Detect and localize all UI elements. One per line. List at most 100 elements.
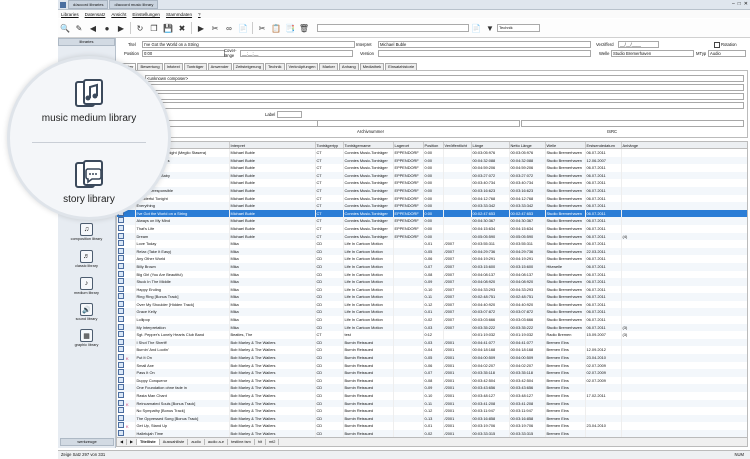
- position-input[interactable]: 0:00: [142, 50, 225, 57]
- play-icon[interactable]: ▶: [196, 23, 207, 34]
- urheber-field-4[interactable]: [145, 102, 744, 109]
- sidebar-bottom-button[interactable]: werkzeuge: [60, 438, 114, 446]
- urheber-field-3[interactable]: [145, 93, 744, 100]
- table-row[interactable]: K Get Up, Stand Up Bob Marley & The Wailer…: [117, 422, 747, 430]
- save-icon[interactable]: 💾: [163, 23, 174, 34]
- menu-datensatz[interactable]: Datensatz: [85, 12, 106, 17]
- titel-input[interactable]: I've Got the World on a String: [142, 41, 355, 48]
- table-row[interactable]: Me and Mrs. JonesMichael BubleCTConnies …: [117, 156, 747, 165]
- nav-first-icon[interactable]: ◀: [117, 439, 127, 445]
- table-row[interactable]: Call Me Irresponsible Michael Buble CT Conn…: [117, 186, 747, 195]
- table-row[interactable]: Everything Michael Buble CT Connies Music-T…: [117, 202, 747, 210]
- table-row[interactable]: Wonderful Tonight Michael Buble CT Connies …: [117, 194, 747, 203]
- table-row[interactable]: I've Got the World on a String Michael Bu…: [117, 209, 747, 218]
- menu-stammdaten[interactable]: Stammdaten: [166, 12, 192, 17]
- clipboard-icon[interactable]: 📋: [271, 23, 282, 34]
- version-input[interactable]: [378, 50, 591, 57]
- back-icon[interactable]: ◀: [88, 23, 99, 34]
- nav-last-icon[interactable]: ▶: [127, 439, 137, 445]
- sidebar-item-graphic[interactable]: ▦ graphic library: [58, 329, 115, 347]
- table-row[interactable]: Relax (Take It Easy) Mika CD Life In Cartoo…: [117, 247, 747, 256]
- tab-audio-a-e[interactable]: audio a-e: [205, 439, 229, 445]
- filter-combo[interactable]: [317, 24, 469, 32]
- maximize-icon[interactable]: □: [738, 1, 741, 7]
- label-name-input[interactable]: [145, 120, 318, 127]
- table-row[interactable]: K Put It On Bob Marley & The Wailers CD Burn…: [117, 354, 747, 362]
- table-row[interactable]: The Oppressed Song [Bonus Track] Bob Marl…: [117, 414, 747, 423]
- table-row[interactable]: No Sympathy [Bonus Track] Bob Marley & Th…: [117, 407, 747, 415]
- table-row[interactable]: Burnin' And Lootin' Bob Marley & The Wail…: [117, 346, 747, 355]
- verzifferd-input[interactable]: __/__/____: [618, 41, 659, 48]
- table-row[interactable]: Comin' Home BabyMichael BubleCTConnies M…: [117, 171, 747, 180]
- table-row[interactable]: K Reincarnated Souls [Bonus Track] Bob Mar…: [117, 399, 747, 408]
- table-row[interactable]: My Interpretation Mika CD Life In Cartoon M…: [117, 323, 747, 332]
- composer-input[interactable]: <unknown composer>: [145, 75, 744, 82]
- table-row[interactable]: Happy Ending Mika CD Life In Cartoon Motion…: [117, 285, 747, 294]
- sidebar-item-classic[interactable]: ♬ classic library: [58, 250, 115, 268]
- tab-testline[interactable]: testline.tsm: [228, 439, 255, 445]
- table-row[interactable]: Any Other World Mika CD Life In Cartoon Mot…: [117, 255, 747, 263]
- refresh-icon[interactable]: ↻: [135, 23, 146, 34]
- isrc-input[interactable]: [521, 120, 744, 127]
- menu-einstellungen[interactable]: Einstellungen: [132, 12, 160, 17]
- cover-input[interactable]: __:__:__: [240, 50, 353, 57]
- trash-icon[interactable]: 🗑: [299, 23, 310, 34]
- mtyp-select[interactable]: Audio: [708, 50, 746, 57]
- delete-icon[interactable]: ✖: [177, 23, 188, 34]
- menu-libraries[interactable]: Libraries: [61, 12, 79, 17]
- table-row[interactable]: Billy Brown Mika CD Life In Cartoon Motion 0…: [117, 262, 747, 271]
- scissors-icon[interactable]: ✂: [257, 23, 268, 34]
- document-icon[interactable]: 📄: [238, 23, 249, 34]
- record-icon[interactable]: ●: [102, 23, 113, 34]
- document-icon[interactable]: 📄: [471, 23, 482, 34]
- tab-hit[interactable]: hit: [255, 439, 266, 445]
- table-row[interactable]: Love Today Mika CD Life In Cartoon Motion 0-…: [117, 240, 747, 248]
- table-row[interactable]: That's Life Michael Buble CT Connies Music-…: [117, 224, 747, 233]
- table-row[interactable]: In Your HartMichael BubleCTConnies Music…: [117, 164, 747, 172]
- close-icon[interactable]: ✕: [744, 1, 748, 7]
- sidebar-header[interactable]: libraries: [58, 38, 115, 46]
- paste-icon[interactable]: 📑: [285, 23, 296, 34]
- table-row[interactable]: Ring Ring [Bonus Track] Mika CD Life In Car…: [117, 293, 747, 301]
- table-row[interactable]: Small Axe Bob Marley & The Wailers CD Burni…: [117, 361, 747, 370]
- table-row[interactable]: Always on My Mind Michael Buble CT Connies …: [117, 217, 747, 225]
- cut-icon[interactable]: ✂: [210, 23, 221, 34]
- table-row[interactable]: LostMichael BubleCTConnies Music-Tonträg…: [117, 179, 747, 187]
- sidebar-item-composition[interactable]: ♫ composition library: [58, 223, 115, 241]
- table-row[interactable]: Lollipop Mika CD Life In Cartoon Motion 0-02…: [117, 316, 747, 324]
- table-row[interactable]: Rasta Man Chant Bob Marley & The Wailers C…: [117, 392, 747, 400]
- link-icon[interactable]: ∞: [224, 23, 235, 34]
- welle-select[interactable]: Studio Bremerhaven: [611, 50, 694, 57]
- table-row[interactable]: Sgt. Pepper's Lonely Hearts Club Band Bea…: [117, 331, 747, 339]
- urheber-field-2[interactable]: [145, 84, 744, 91]
- forward-icon[interactable]: ▶: [116, 23, 127, 34]
- sidebar-item-medium[interactable]: ♪ medium library: [58, 277, 115, 295]
- table-row[interactable]: I Had Better Be Tonight (Meglio Stasera)…: [117, 148, 747, 157]
- table-row[interactable]: Stuck In The Middle Mika CD Life In Cartoon…: [117, 278, 747, 286]
- magnified-music-medium-library[interactable]: music medium library: [10, 75, 168, 124]
- edit-icon[interactable]: ✎: [74, 23, 85, 34]
- menu-ansicht[interactable]: Ansicht: [111, 12, 126, 17]
- label-input[interactable]: [277, 111, 302, 118]
- view-combo[interactable]: Technik: [497, 24, 540, 32]
- search-icon[interactable]: 🔍: [60, 23, 71, 34]
- filter-icon[interactable]: ▼: [485, 23, 496, 34]
- tab-titelliste[interactable]: Titelliste: [137, 439, 160, 445]
- table-row[interactable]: One Foundation ohne fade in Bob Marley & …: [117, 384, 747, 392]
- table-row[interactable]: Pass It On Bob Marley & The Wailers CD Burn…: [117, 369, 747, 377]
- table-row[interactable]: Grace Kelly Mika CD Life In Cartoon Motion 0…: [117, 308, 747, 317]
- menu-help[interactable]: ?: [198, 12, 201, 17]
- table-row[interactable]: Over My Shoulder [Hidden Track] Mika CD Lif…: [117, 300, 747, 309]
- minimize-icon[interactable]: –: [732, 1, 735, 7]
- rotation-checkbox[interactable]: [714, 42, 720, 48]
- archivnummer-input[interactable]: [317, 120, 520, 127]
- sidebar-item-sound[interactable]: 🔊 sound library: [58, 303, 115, 321]
- table-row[interactable]: Duppy Conqueror Bob Marley & The Wailers C…: [117, 376, 747, 385]
- copy-icon[interactable]: ❐: [149, 23, 160, 34]
- interpret-input[interactable]: Michael Buble: [378, 41, 591, 48]
- table-row[interactable]: Dream Michael Buble CT Connies Music-Tonträ…: [117, 232, 747, 241]
- tab-mt2[interactable]: mt2: [266, 439, 280, 445]
- magnified-story-library[interactable]: story library: [10, 156, 168, 205]
- tab-audio[interactable]: audio: [188, 439, 205, 445]
- tab-auswahlliste[interactable]: Auswahlliste: [160, 439, 189, 445]
